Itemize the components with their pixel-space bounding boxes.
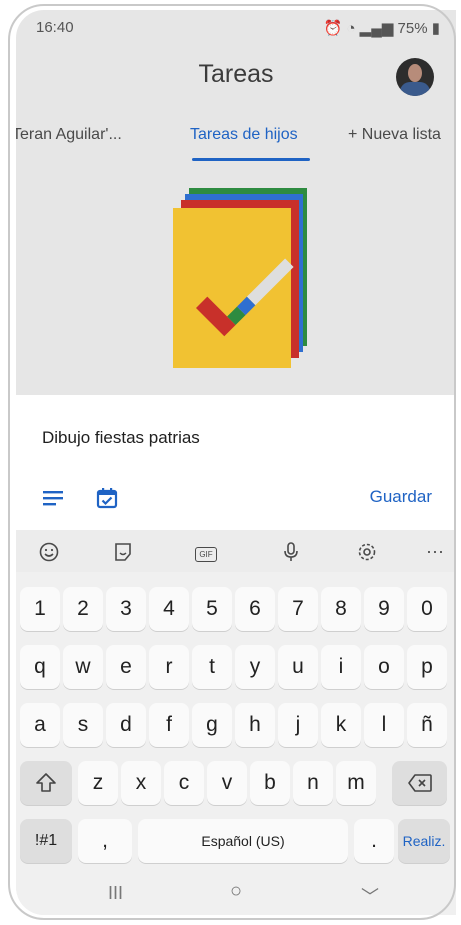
shift-key[interactable] — [20, 761, 72, 805]
key-y[interactable]: y — [235, 645, 275, 689]
key-p[interactable]: p — [407, 645, 447, 689]
key-1[interactable]: 1 — [20, 587, 60, 631]
gif-icon[interactable]: GIF — [193, 541, 219, 563]
screen: 16:40 ⏰ ◔ ▂▄▆ 75% ▮ Tareas Teran Aguilar… — [16, 10, 456, 915]
period-key[interactable]: . — [354, 819, 394, 863]
key-k[interactable]: k — [321, 703, 361, 747]
key-u[interactable]: u — [278, 645, 318, 689]
emoji-icon[interactable] — [38, 541, 60, 563]
avatar[interactable] — [396, 58, 434, 96]
more-icon[interactable]: ··· — [420, 541, 450, 563]
comma-key[interactable]: , — [78, 819, 132, 863]
app-header: Tareas — [16, 44, 456, 116]
status-time: 16:40 — [36, 19, 74, 36]
new-task-sheet: Dibujo fiestas patrias Guardar — [16, 395, 456, 530]
microphone-icon[interactable] — [280, 541, 302, 563]
status-icons: ⏰ ◔ ▂▄▆ — [323, 20, 398, 37]
save-button[interactable]: Guardar — [370, 487, 432, 507]
keyboard-toolbar: GIF ··· — [16, 530, 456, 572]
task-title-input[interactable]: Dibujo fiestas patrias — [42, 428, 200, 448]
key-4[interactable]: 4 — [149, 587, 189, 631]
key-s[interactable]: s — [63, 703, 103, 747]
key-o[interactable]: o — [364, 645, 404, 689]
keyboard: GIF ··· 1 2 3 4 5 6 7 8 9 0 q w e r t y … — [16, 530, 456, 915]
key-h[interactable]: h — [235, 703, 275, 747]
key-f[interactable]: f — [149, 703, 189, 747]
key-0[interactable]: 0 — [407, 587, 447, 631]
key-6[interactable]: 6 — [235, 587, 275, 631]
sticker-icon[interactable] — [112, 541, 134, 563]
key-q[interactable]: q — [20, 645, 60, 689]
key-x[interactable]: x — [121, 761, 161, 805]
battery-icon: ▮ — [427, 20, 440, 37]
key-g[interactable]: g — [192, 703, 232, 747]
key-2[interactable]: 2 — [63, 587, 103, 631]
key-w[interactable]: w — [63, 645, 103, 689]
key-j[interactable]: j — [278, 703, 318, 747]
done-key[interactable]: Realiz. — [398, 819, 450, 863]
tab-nueva-lista[interactable]: + Nueva lista — [348, 126, 441, 144]
tab-teran-aguilar[interactable]: Teran Aguilar'... — [16, 126, 122, 144]
key-8[interactable]: 8 — [321, 587, 361, 631]
list-tabs: Teran Aguilar'... Tareas de hijos + Nuev… — [16, 116, 456, 160]
key-r[interactable]: r — [149, 645, 189, 689]
key-n-tilde[interactable]: ñ — [407, 703, 447, 747]
recents-button[interactable]: III — [108, 883, 123, 904]
navigation-bar: III ○ ﹀ — [16, 875, 456, 915]
phone-screen: 16:40 ⏰ ◔ ▂▄▆ 75% ▮ Tareas Teran Aguilar… — [0, 0, 461, 925]
symbols-key[interactable]: !#1 — [20, 819, 72, 863]
gif-label: GIF — [195, 547, 217, 562]
space-key[interactable]: Español (US) — [138, 819, 348, 863]
key-a[interactable]: a — [20, 703, 60, 747]
shift-icon — [36, 773, 56, 792]
key-c[interactable]: c — [164, 761, 204, 805]
key-v[interactable]: v — [207, 761, 247, 805]
key-3[interactable]: 3 — [106, 587, 146, 631]
empty-list-illustration — [173, 188, 307, 368]
settings-icon[interactable] — [356, 541, 378, 563]
avatar-body — [400, 82, 430, 96]
app-title: Tareas — [198, 60, 274, 88]
back-button[interactable]: ﹀ — [361, 883, 379, 909]
backspace-icon — [407, 774, 432, 792]
key-d[interactable]: d — [106, 703, 146, 747]
avatar-face — [408, 64, 422, 82]
key-5[interactable]: 5 — [192, 587, 232, 631]
letter-row-2: a s d f g h j k l ñ — [16, 703, 456, 751]
key-b[interactable]: b — [250, 761, 290, 805]
battery-percent: 75% — [397, 20, 428, 37]
number-row: 1 2 3 4 5 6 7 8 9 0 — [16, 587, 456, 635]
letter-row-1: q w e r t y u i o p — [16, 645, 456, 693]
backspace-key[interactable] — [392, 761, 447, 805]
key-m[interactable]: m — [336, 761, 376, 805]
key-z[interactable]: z — [78, 761, 118, 805]
key-i[interactable]: i — [321, 645, 361, 689]
home-button[interactable]: ○ — [230, 880, 242, 903]
key-9[interactable]: 9 — [364, 587, 404, 631]
calendar-check-icon[interactable] — [96, 487, 118, 509]
letter-row-3: z x c v b n m — [16, 761, 456, 809]
details-lines-icon[interactable] — [42, 487, 64, 509]
key-l[interactable]: l — [364, 703, 404, 747]
active-tab-indicator — [192, 158, 310, 161]
status-bar: 16:40 ⏰ ◔ ▂▄▆ 75% ▮ — [16, 10, 456, 44]
key-7[interactable]: 7 — [278, 587, 318, 631]
background-app: 16:40 ⏰ ◔ ▂▄▆ 75% ▮ Tareas Teran Aguilar… — [16, 10, 456, 395]
key-n[interactable]: n — [293, 761, 333, 805]
status-battery: ⏰ ◔ ▂▄▆ 75% ▮ — [324, 19, 440, 37]
key-t[interactable]: t — [192, 645, 232, 689]
keyboard-bottom-row: !#1 , Español (US) . Realiz. — [16, 819, 456, 867]
tab-tareas-de-hijos[interactable]: Tareas de hijos — [190, 126, 298, 144]
key-e[interactable]: e — [106, 645, 146, 689]
